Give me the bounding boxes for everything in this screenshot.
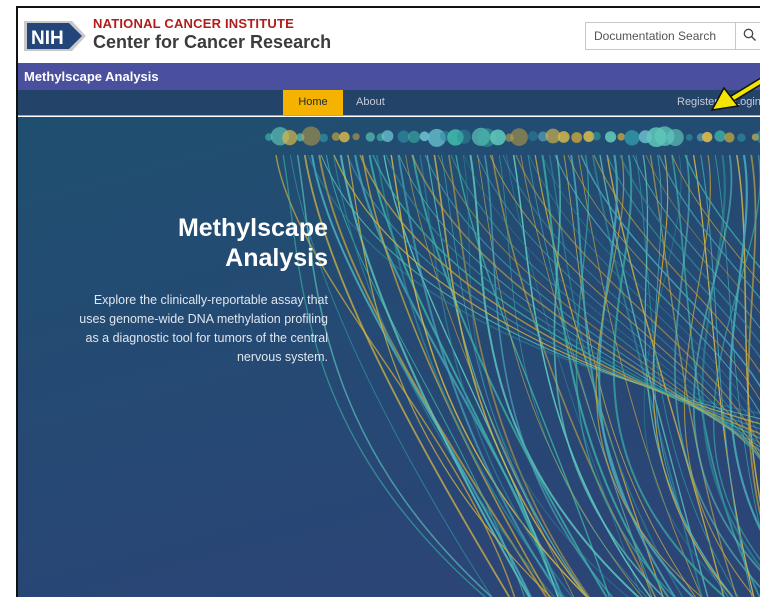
site-header: NIH NATIONAL CANCER INSTITUTE Center for… (18, 8, 760, 63)
decorative-dot (624, 130, 640, 146)
browser-viewport: NIH NATIONAL CANCER INSTITUTE Center for… (16, 6, 760, 597)
decorative-dot (510, 128, 528, 146)
nih-logo[interactable]: NIH (24, 20, 88, 52)
decorative-dot (592, 131, 601, 141)
documentation-search-input[interactable] (585, 22, 735, 50)
decorative-dot (605, 131, 617, 143)
decorative-dot (331, 132, 341, 141)
decorative-dot (666, 129, 684, 146)
decorative-dot (339, 131, 350, 143)
hero-section: Methylscape Analysis Explore the clinica… (18, 117, 760, 597)
decorative-dot (685, 134, 693, 141)
app-bar: Methylscape Analysis (18, 63, 760, 90)
decorative-dot (352, 133, 360, 141)
search-button[interactable] (735, 22, 760, 50)
decorative-dot (490, 129, 506, 146)
decorative-dot (737, 133, 746, 142)
hero-title: Methylscape Analysis (78, 213, 328, 273)
decorative-dot (557, 131, 570, 143)
decorative-dot (319, 133, 329, 143)
search-icon (743, 28, 756, 41)
decorative-dot (365, 132, 375, 142)
nav-home[interactable]: Home (283, 90, 343, 115)
decorative-dot (714, 130, 726, 142)
decorative-dot (528, 131, 538, 142)
hero-title-line-2: Analysis (225, 244, 328, 272)
decorative-dot (456, 129, 472, 144)
nih-logo-text: NIH (31, 28, 64, 49)
decorative-dot (282, 130, 298, 146)
nav-about[interactable]: About (356, 90, 396, 115)
decorative-dot (301, 126, 321, 146)
decorative-dot (724, 132, 735, 143)
main-nav: Home About Register Login (18, 90, 760, 116)
decorative-dot (571, 132, 583, 143)
app-title[interactable]: Methylscape Analysis (24, 69, 159, 84)
decorative-dot (419, 131, 430, 142)
institute-name: NATIONAL CANCER INSTITUTE (93, 16, 294, 31)
decorative-dot (381, 130, 394, 142)
decorative-dot (407, 130, 421, 143)
decorative-dot (617, 133, 625, 141)
center-name[interactable]: Center for Cancer Research (93, 32, 331, 53)
decorative-dot (702, 131, 713, 143)
hero-title-line-1: Methylscape (177, 214, 328, 242)
annotation-arrow-icon (710, 77, 760, 111)
hero-description: Explore the clinically-reportable assay … (79, 293, 328, 364)
